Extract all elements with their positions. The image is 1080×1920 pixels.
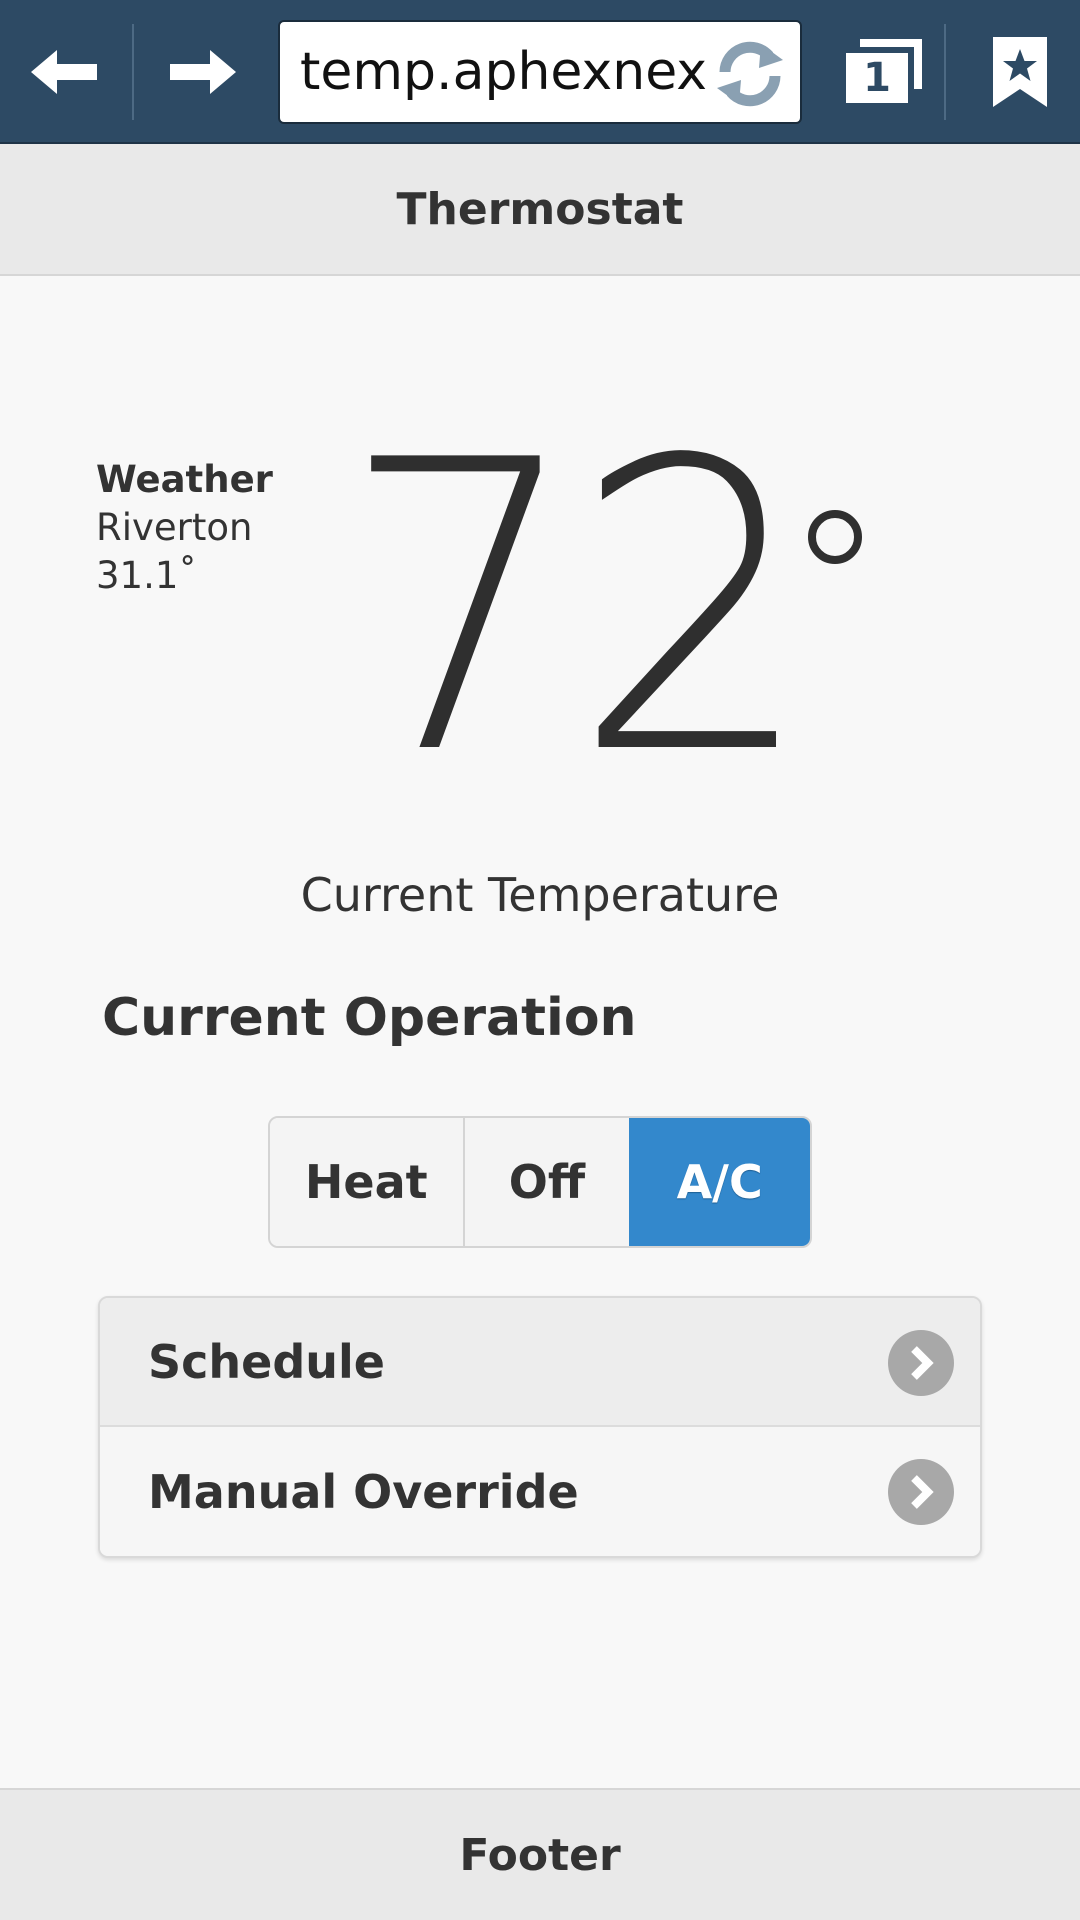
url-text[interactable]: temp.aphexnexu	[300, 22, 720, 122]
bookmark-star-icon	[993, 37, 1047, 107]
degree-symbol	[808, 510, 862, 564]
list-item-manual-override[interactable]: Manual Override	[100, 1427, 980, 1556]
chevron-right-icon	[888, 1330, 954, 1396]
current-temperature-display: 72	[340, 377, 900, 842]
browser-toolbar: temp.aphexnexu 1	[0, 0, 1080, 144]
settings-list: Schedule Manual Override	[98, 1296, 982, 1558]
weather-widget: Weather Riverton 31.1˚	[96, 456, 316, 600]
operation-mode-selector: Heat Off A/C	[268, 1116, 812, 1248]
page-title: Thermostat	[396, 183, 684, 235]
page-header: Thermostat	[0, 144, 1080, 276]
operation-heading: Current Operation	[102, 988, 637, 1048]
mode-heat-button[interactable]: Heat	[270, 1118, 465, 1246]
page-footer: Footer	[0, 1788, 1080, 1920]
weather-title: Weather	[96, 458, 273, 501]
forward-arrow-icon	[170, 50, 236, 94]
tabs-icon: 1	[844, 39, 924, 105]
mode-ac-button[interactable]: A/C	[629, 1118, 810, 1246]
list-item-label: Schedule	[148, 1334, 385, 1389]
weather-location: Riverton	[96, 506, 253, 549]
tab-count: 1	[863, 55, 891, 101]
tabs-button[interactable]: 1	[832, 0, 936, 144]
forward-button[interactable]	[134, 0, 268, 144]
list-item-label: Manual Override	[148, 1464, 579, 1519]
toolbar-divider	[944, 24, 946, 120]
chevron-right-icon	[888, 1459, 954, 1525]
current-temperature-label: Current Temperature	[300, 868, 780, 922]
reload-icon	[717, 41, 783, 107]
weather-temperature: 31.1˚	[96, 554, 197, 597]
address-bar[interactable]: temp.aphexnexu	[278, 20, 802, 124]
current-temperature-value: 72	[340, 377, 814, 842]
bookmark-button[interactable]	[960, 0, 1080, 144]
back-arrow-icon	[31, 50, 97, 94]
mode-off-button[interactable]: Off	[464, 1118, 630, 1246]
footer-text: Footer	[459, 1829, 621, 1881]
reload-button[interactable]	[708, 32, 792, 116]
back-button[interactable]	[0, 0, 132, 144]
list-item-schedule[interactable]: Schedule	[100, 1298, 980, 1427]
